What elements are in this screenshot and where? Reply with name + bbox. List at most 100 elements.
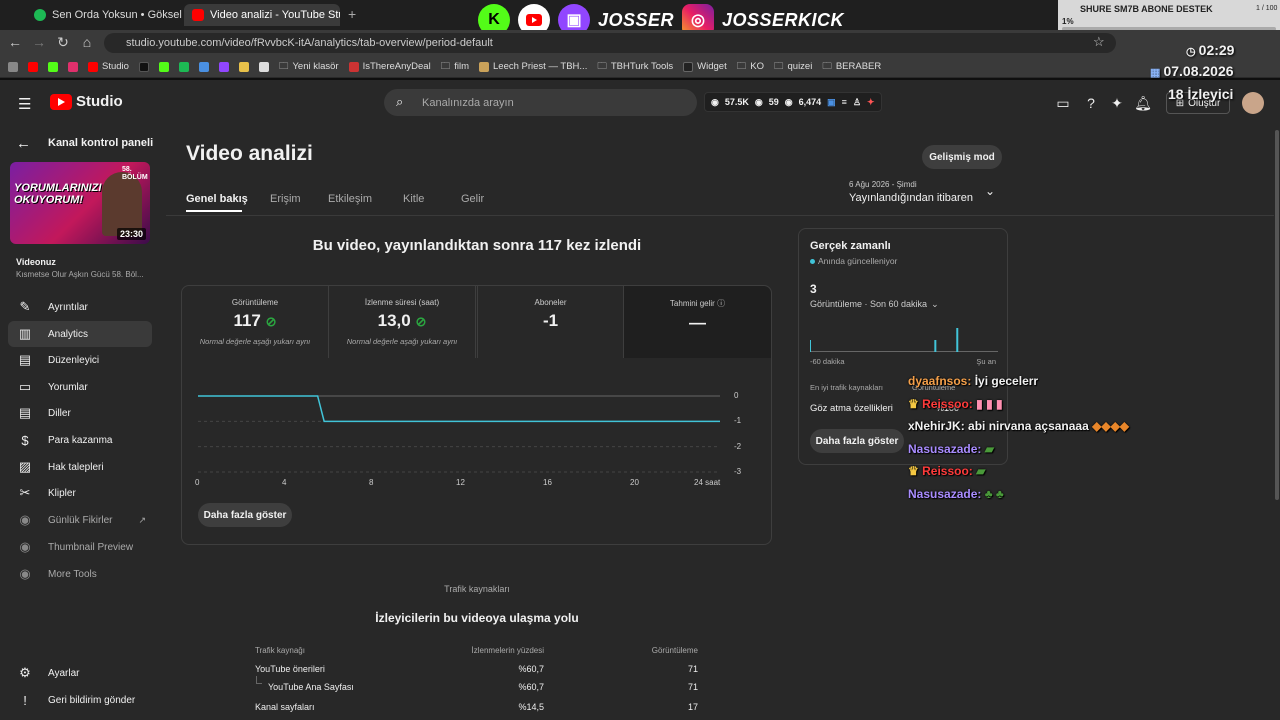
home-icon[interactable]: ⌂ <box>78 34 96 50</box>
bookmark-quizei[interactable]: 🗀 quizei <box>774 59 812 75</box>
back-arrow-icon[interactable]: ← <box>16 135 31 152</box>
metric-subscribers[interactable]: Aboneler -1 <box>477 286 624 358</box>
instagram-bookmark-icon[interactable] <box>68 61 78 72</box>
sidebar-item-monetization[interactable]: $ Para kazanma <box>8 427 152 453</box>
tab-overview[interactable]: Genel bakış <box>186 193 248 205</box>
realtime-axis-left: -60 dakika <box>810 357 845 366</box>
scrollbar-thumb[interactable] <box>1275 130 1279 500</box>
scrollbar-track[interactable] <box>1274 126 1280 720</box>
video-thumbnail[interactable]: YORUMLARINIZI OKUYORUM! 58. BÖLÜM 23:30 <box>10 162 150 244</box>
realtime-metric-selector[interactable]: Görüntüleme · Son 60 dakika ⌄ <box>810 299 939 310</box>
eye-icon: ◉ <box>711 96 719 107</box>
link-bookmark-icon-2[interactable] <box>238 61 249 72</box>
x-tick-label: 8 <box>369 478 374 487</box>
apps-icon[interactable] <box>8 61 18 72</box>
bell-off-icon: ✦ <box>867 96 875 107</box>
sidebar-item-analytics[interactable]: ▥ Analytics <box>8 321 152 347</box>
tab-audience[interactable]: Kitle <box>403 193 424 205</box>
browser-tab-studio[interactable]: Video analizi - YouTube Studio ✕ <box>184 4 340 26</box>
pencil-icon: ✎ <box>19 299 31 314</box>
studio-logo[interactable]: Studio <box>50 93 123 110</box>
col-header-percent: İzlenmelerin yüzdesi <box>471 646 544 655</box>
sidebar-item-details[interactable]: ✎ Ayrıntılar <box>8 294 152 320</box>
bookmark-ko[interactable]: 🗀 KO <box>737 59 764 75</box>
sidebar-item-settings[interactable]: ⚙ Ayarlar <box>8 660 152 686</box>
sidebar-item-thumbnail-preview[interactable]: ◉ Thumbnail Preview <box>8 534 152 560</box>
avatar[interactable] <box>1242 92 1264 114</box>
metric-revenue[interactable]: Tahmini gelir ⓘ — <box>624 286 771 358</box>
emote-icons: ▰ <box>976 464 986 478</box>
traffic-row-source[interactable]: YouTube Ana Sayfası <box>268 682 354 692</box>
video-title: Kısmetse Olur Aşkın Gücü 58. Böl... <box>16 270 144 279</box>
search-input[interactable]: ⌕ Kanalınızda arayın <box>384 89 697 116</box>
sidebar-item-editor[interactable]: ▤ Düzenleyici <box>8 347 152 373</box>
traffic-row-source[interactable]: Kanal sayfaları <box>255 702 315 712</box>
spotify-bookmark-icon[interactable] <box>178 61 189 72</box>
subscriber-icon: ◉ <box>784 96 793 107</box>
kick-bookmark-icon-2[interactable] <box>158 61 169 72</box>
bookmark-beraber[interactable]: 🗀 BERABER <box>822 59 881 75</box>
sidebar-item-comments[interactable]: ▭ Yorumlar <box>8 374 152 400</box>
bookmark-folder[interactable]: 🗀 Yeni klasör <box>279 59 339 75</box>
browser-tab-music[interactable]: Sen Orda Yoksun • Göksel 🔊 ✕ <box>26 4 182 26</box>
sidebar-item-more-tools[interactable]: ◉ More Tools <box>8 561 152 587</box>
help-icon[interactable]: ? <box>1082 94 1100 112</box>
traffic-row-percent: %60,7 <box>518 664 544 674</box>
tab-reach[interactable]: Erişim <box>270 193 301 205</box>
realtime-bar <box>810 340 811 352</box>
calendar-icon: ▦ <box>1150 67 1164 79</box>
search-icon: ⌕ <box>396 94 404 109</box>
youtube-icon <box>192 9 204 21</box>
info-icon: ⓘ <box>717 299 726 308</box>
show-more-button[interactable]: Daha fazla göster <box>198 503 292 527</box>
channel-dashboard-link[interactable]: Kanal kontrol paneli <box>48 137 153 149</box>
page-title: Video analizi <box>186 142 313 165</box>
traffic-row-views: 17 <box>687 702 698 712</box>
bookmark-star-icon[interactable]: ☆ <box>1093 34 1105 50</box>
bookmark-deal[interactable]: IsThereAnyDeal <box>348 61 431 72</box>
sidebar-item-feedback[interactable]: ! Geri bildirim gönder <box>8 687 152 713</box>
url-field[interactable]: studio.youtube.com/video/fRvvbcK-itA/ana… <box>104 33 1116 53</box>
metric-views[interactable]: Görüntüleme 117 ⊘ Normal değerle aşağı y… <box>182 286 329 358</box>
list-icon: ≡ <box>841 97 847 107</box>
metric-watch-time[interactable]: İzlenme süresi (saat) 13,0 ⊘ Normal değe… <box>329 286 476 358</box>
sidebar-item-clips[interactable]: ✂ Klipler <box>8 480 152 506</box>
channel-stats-extension[interactable]: ◉ 57.5K ◉ 59 ◉ 6,474 ▣ ≡ ♙ ✦ <box>704 92 882 112</box>
link-bookmark-icon[interactable] <box>198 61 209 72</box>
y-tick-label: -2 <box>734 441 742 451</box>
period-selector[interactable]: 6 Ağu 2026 - Şimdi Yayınlandığından itib… <box>849 180 973 204</box>
chevron-down-icon[interactable]: ⌄ <box>985 184 995 198</box>
menu-icon[interactable]: ☰ <box>18 95 31 113</box>
y-tick-label: 0 <box>734 391 739 400</box>
bookmark-widget[interactable]: Widget <box>683 61 727 72</box>
x-tick-label: 0 <box>195 478 200 487</box>
back-icon[interactable]: ← <box>6 34 24 50</box>
twitch-bookmark-icon[interactable] <box>218 61 229 72</box>
bookmark-leech[interactable]: Leech Priest — TBH... <box>479 61 587 72</box>
goal-count: 1 / 100 <box>1256 5 1278 12</box>
forward-icon[interactable]: → <box>30 34 48 50</box>
chevron-down-icon: ⌄ <box>931 299 939 309</box>
sparkle-icon[interactable]: ✦ <box>1108 94 1126 112</box>
tab-engagement[interactable]: Etkileşim <box>328 193 372 205</box>
realtime-title: Gerçek zamanlı <box>810 240 891 252</box>
kick-bookmark-icon[interactable] <box>48 61 58 72</box>
bookmark-studio[interactable]: Studio <box>88 61 129 72</box>
new-tab-button[interactable]: + <box>348 6 356 22</box>
feedback-icon[interactable]: ▭ <box>1054 94 1072 112</box>
check-icon: ⊘ <box>265 314 277 329</box>
bookmark-tbh[interactable]: 🗀 TBHTurk Tools <box>597 59 673 75</box>
realtime-show-more-button[interactable]: Daha fazla göster <box>810 429 904 453</box>
bookmark-film[interactable]: 🗀 film <box>441 59 469 75</box>
tiktok-bookmark-icon[interactable] <box>138 61 149 72</box>
sidebar-item-languages[interactable]: ▤ Diller <box>8 400 152 426</box>
traffic-row-source[interactable]: YouTube önerileri <box>255 664 325 674</box>
sidebar-item-claims[interactable]: ▨ Hak talepleri <box>8 454 152 480</box>
advanced-mode-button[interactable]: Gelişmiş mod <box>922 145 1002 169</box>
tab-revenue[interactable]: Gelir <box>461 193 484 205</box>
reload-icon[interactable]: ↻ <box>54 34 72 51</box>
youtube-bookmark-icon[interactable] <box>28 61 38 72</box>
link-bookmark-icon-3[interactable] <box>258 61 269 72</box>
notifications-icon[interactable]: 🔔︎ <box>1134 94 1152 112</box>
sidebar-item-daily-ideas[interactable]: ◉ Günlük Fikirler ↗ <box>8 507 152 533</box>
